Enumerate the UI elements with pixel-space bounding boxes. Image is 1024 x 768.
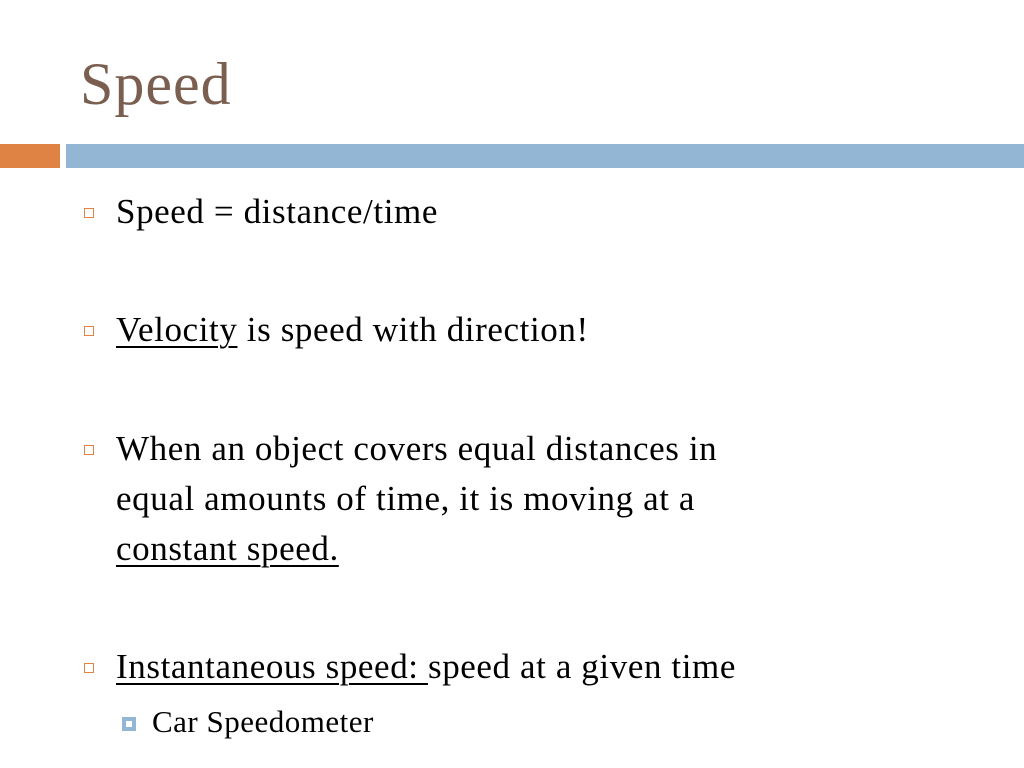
square-bullet-icon xyxy=(84,208,94,218)
square-bullet-icon xyxy=(84,326,94,336)
square-bullet-icon xyxy=(84,445,94,455)
bullet-text-line: When an object covers equal distances in xyxy=(116,429,718,468)
bullet-item: Speed = distance/time xyxy=(84,187,438,237)
bullet-term: Velocity xyxy=(116,310,238,349)
bullet-item: When an object covers equal distances in… xyxy=(84,424,718,574)
sub-bullet-text: Car Speedometer xyxy=(152,704,374,739)
bullet-item: Instantaneous speed: speed at a given ti… xyxy=(84,642,737,692)
title-accent-bar-blue xyxy=(66,144,1024,168)
filled-square-bullet-icon xyxy=(122,717,136,731)
square-bullet-icon xyxy=(84,663,94,673)
bullet-text: is speed with direction! xyxy=(237,310,589,349)
title-accent-bar-orange xyxy=(0,144,60,168)
sub-bullet-item: Car Speedometer xyxy=(122,700,374,744)
bullet-item: Velocity is speed with direction! xyxy=(84,305,589,355)
bullet-term: Instantaneous speed: xyxy=(116,647,428,686)
bullet-term: constant speed. xyxy=(116,529,339,568)
slide-title: Speed xyxy=(80,51,232,117)
bullet-text: speed at a given time xyxy=(427,647,737,686)
bullet-text: Speed = distance/time xyxy=(116,192,438,231)
bullet-text-line: equal amounts of time, it is moving at a xyxy=(116,479,696,518)
